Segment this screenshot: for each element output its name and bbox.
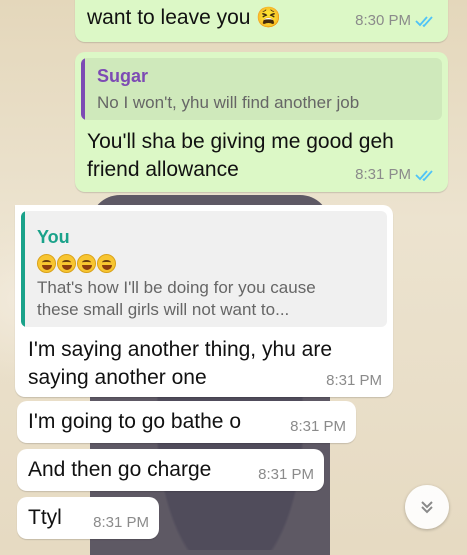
quote-text-line: these small girls will not want to... — [37, 300, 290, 319]
message-text: want to leave you 😫 — [87, 6, 282, 29]
message-text-line: I'm saying another thing, yhu are — [28, 338, 333, 361]
message-text: I'm going to go bathe o — [28, 410, 241, 433]
quoted-message[interactable]: You That's how I'll be doing for you cau… — [21, 211, 387, 327]
message-time: 8:31 PM — [258, 466, 314, 483]
message-time: 8:31 PM — [93, 514, 149, 531]
quote-accent-bar — [81, 58, 85, 120]
message-bubble-incoming[interactable]: I'm going to go bathe o 8:31 PM — [17, 401, 356, 443]
message-bubble-outgoing[interactable]: Sugar No I won't, yhu will find another … — [75, 52, 448, 192]
message-text: And then go charge — [28, 458, 212, 481]
quote-emoji-row — [37, 254, 117, 273]
message-bubble-incoming[interactable]: Ttyl 8:31 PM — [17, 497, 159, 539]
read-ticks-icon — [415, 170, 433, 182]
message-time: 8:31 PM — [355, 166, 411, 183]
message-bubble-incoming[interactable]: And then go charge 8:31 PM — [17, 449, 324, 491]
message-time: 8:31 PM — [290, 418, 346, 435]
message-time: 8:31 PM — [326, 372, 382, 389]
message-time: 8:30 PM — [355, 12, 411, 29]
laughing-emoji — [97, 254, 116, 273]
read-ticks-icon — [415, 16, 433, 28]
message-text-line: friend allowance — [87, 158, 239, 181]
quote-sender-name: Sugar — [97, 66, 149, 86]
quoted-message[interactable]: Sugar No I won't, yhu will find another … — [81, 58, 442, 120]
quote-text: No I won't, yhu will find another job — [97, 93, 360, 112]
message-bubble-outgoing[interactable]: want to leave you 😫 8:30 PM — [75, 0, 448, 42]
laughing-emoji — [57, 254, 76, 273]
laughing-emoji — [77, 254, 96, 273]
message-text-line: You'll sha be giving me good geh — [87, 130, 394, 153]
laughing-emoji — [37, 254, 56, 273]
quote-text-line: That's how I'll be doing for you cause — [37, 278, 316, 297]
quote-accent-bar — [21, 211, 25, 327]
tired-face-emoji: 😫 — [256, 7, 282, 29]
message-bubble-incoming[interactable]: You That's how I'll be doing for you cau… — [15, 205, 393, 397]
chevron-double-down-icon — [421, 501, 433, 514]
message-text: Ttyl — [28, 506, 62, 529]
quote-sender-name: You — [37, 227, 70, 247]
message-text-line: saying another one — [28, 366, 207, 389]
scroll-to-bottom-button[interactable] — [405, 485, 449, 529]
